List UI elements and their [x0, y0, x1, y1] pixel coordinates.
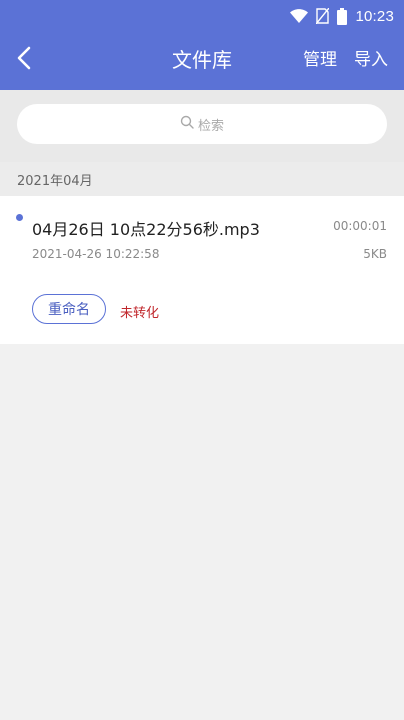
back-button[interactable] [10, 46, 38, 74]
search-icon [180, 115, 194, 133]
battery-icon [337, 7, 348, 25]
conversion-status: 未转化 [120, 306, 160, 321]
search-bar-container: 检索 [0, 90, 404, 162]
status-bar: 10:23 [290, 6, 394, 26]
group-label: 2021年04月 [17, 174, 93, 189]
file-item[interactable]: 04月26日 10点22分56秒.mp3 00:00:01 2021-04-26… [0, 196, 404, 344]
manage-button[interactable]: 管理 [303, 48, 337, 72]
back-arrow-icon [17, 46, 31, 74]
rename-button[interactable]: 重命名 [32, 294, 106, 324]
import-button[interactable]: 导入 [354, 48, 388, 72]
app-header: 10:23 文件库 管理 导入 [0, 0, 404, 90]
status-time: 10:23 [355, 7, 394, 25]
search-input[interactable]: 检索 [17, 104, 387, 144]
file-name: 04月26日 10点22分56秒.mp3 [32, 220, 260, 239]
group-header: 2021年04月 [0, 162, 404, 196]
unread-dot [16, 214, 23, 221]
no-sim-icon [316, 8, 330, 24]
file-datetime: 2021-04-26 10:22:58 [32, 247, 160, 261]
page-title: 文件库 [172, 48, 232, 72]
search-placeholder: 检索 [197, 118, 224, 134]
file-duration: 00:00:01 [333, 219, 387, 233]
file-size: 5KB [363, 247, 387, 261]
wifi-icon [290, 9, 309, 23]
